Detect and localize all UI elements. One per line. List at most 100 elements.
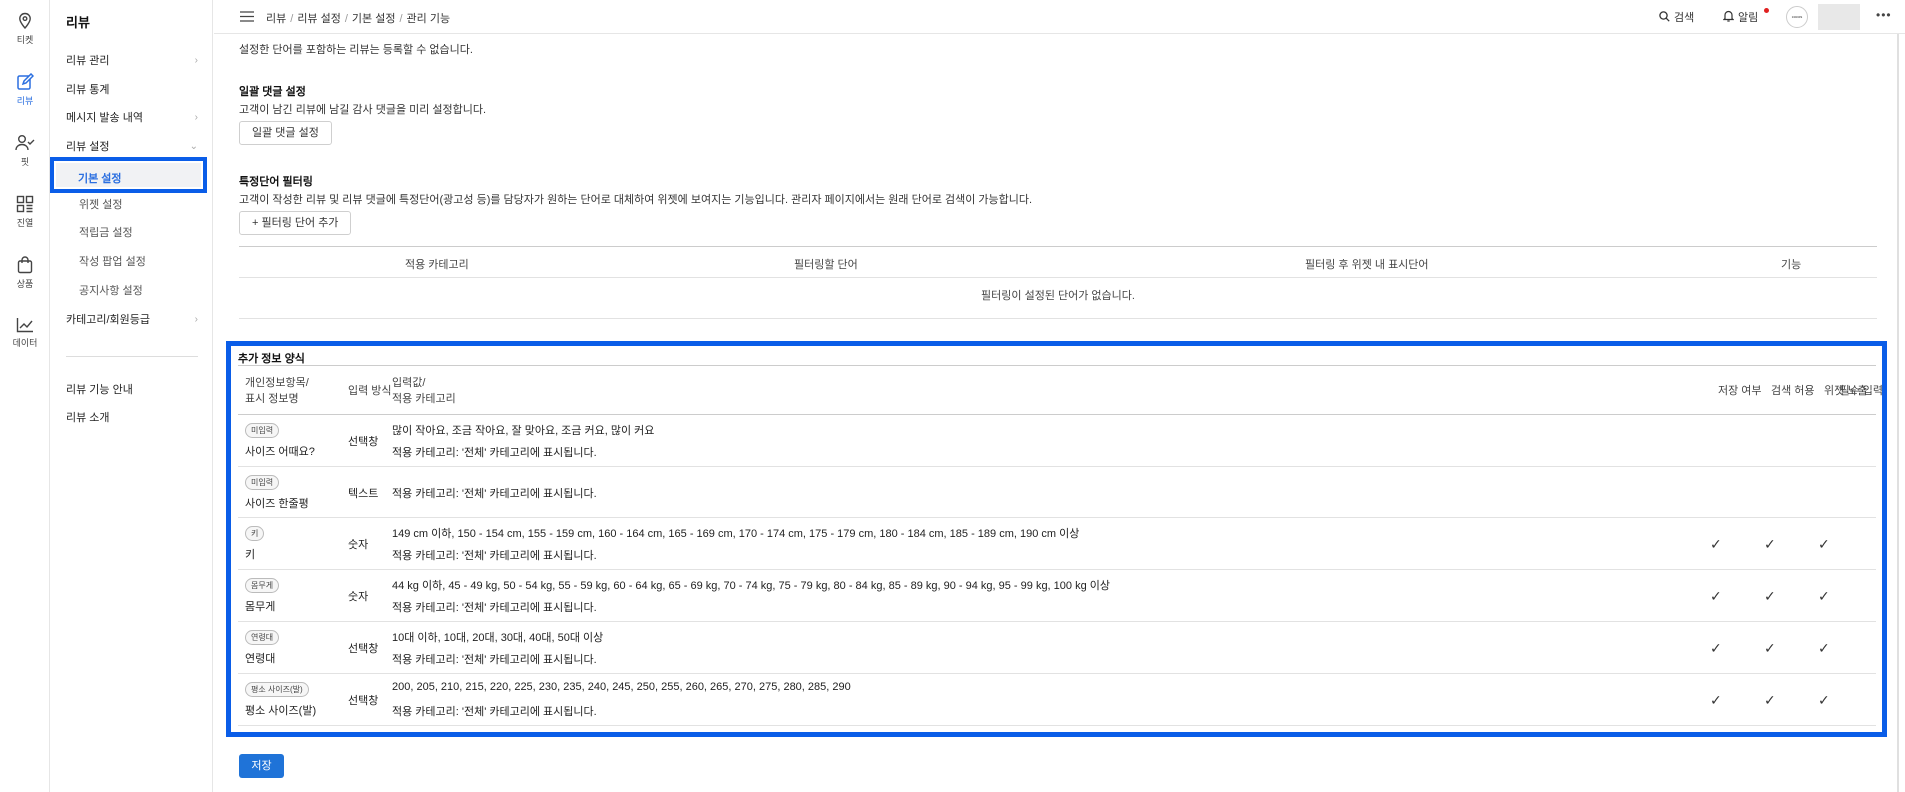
column-header: 필터링할 단어: [794, 259, 858, 271]
field-display-name: 연령대: [245, 653, 276, 665]
search-icon: [1659, 11, 1670, 22]
sidebar-item-review-settings[interactable]: 리뷰 설정 ⌄: [66, 137, 198, 157]
rail-label: 리뷰: [16, 96, 34, 106]
save-button[interactable]: 저장: [239, 754, 284, 778]
check-icon: ✓: [1818, 588, 1830, 604]
sidebar-sub-item-points-settings[interactable]: 적립금 설정: [79, 223, 133, 243]
field-display-name: 몸무게: [245, 601, 276, 613]
extra-info-row[interactable]: 미입력 사이즈 한줄평 텍스트 적용 카테고리: '전체' 카테고리에 표시됩니다.: [238, 467, 1876, 518]
sidebar-item-message-history[interactable]: 메시지 발송 내역 ›: [66, 108, 198, 128]
banned-words-note: 설정한 단어를 포함하는 리뷰는 등록할 수 없습니다.: [239, 44, 473, 56]
chevron-right-icon: ›: [194, 55, 198, 66]
rail-item-display[interactable]: 진열: [0, 195, 50, 229]
rail-item-product[interactable]: 상품: [0, 256, 50, 290]
breadcrumb-item[interactable]: 리뷰 설정: [297, 13, 341, 25]
breadcrumb-separator: /: [344, 13, 348, 25]
more-options-icon[interactable]: •••: [1876, 8, 1892, 22]
alarm-button[interactable]: 알림: [1722, 9, 1759, 25]
column-header-save: 저장 여부: [1718, 385, 1762, 397]
field-display-name: 키: [245, 549, 256, 561]
shopping-bag-icon: [17, 256, 33, 274]
column-header-line: 입력값/: [392, 377, 426, 389]
sidebar-divider: [66, 356, 198, 357]
shop-logo[interactable]: cocos: [1786, 6, 1808, 28]
breadcrumb-item[interactable]: 기본 설정: [352, 13, 396, 25]
sidebar-sub-item-widget-settings[interactable]: 위젯 설정: [79, 195, 123, 215]
bulk-reply-title: 일괄 댓글 설정: [239, 86, 306, 98]
column-header-line: 표시 정보명: [245, 393, 299, 405]
sidebar-item-label: 리뷰 기능 안내: [66, 384, 133, 396]
input-status-badge: 평소 사이즈(발): [245, 682, 309, 697]
hamburger-menu-icon[interactable]: [240, 11, 254, 22]
input-status-badge: 미입력: [245, 423, 280, 438]
scrollbar[interactable]: [1897, 34, 1899, 792]
sidebar-item-feature-guide[interactable]: 리뷰 기능 안내: [66, 380, 198, 400]
rail-label: 핏: [20, 157, 30, 167]
chevron-right-icon: ›: [194, 314, 198, 325]
rail-label: 상품: [16, 279, 34, 289]
rail-item-review[interactable]: 리뷰: [0, 73, 50, 107]
breadcrumb-item[interactable]: 리뷰: [266, 13, 286, 25]
rail-item-ticket[interactable]: 티켓: [0, 12, 50, 46]
sidebar-item-review-manage[interactable]: 리뷰 관리 ›: [66, 51, 198, 71]
input-status-badge: 몸무게: [245, 578, 280, 593]
applied-category: 적용 카테고리: '전체' 카테고리에 표시됩니다.: [392, 706, 597, 718]
rail-item-fit[interactable]: 핏: [0, 134, 50, 168]
alarm-label: 알림: [1738, 12, 1759, 24]
sidebar-title: 리뷰: [66, 15, 90, 30]
input-type: 숫자: [348, 539, 369, 551]
check-icon: ✓: [1710, 588, 1722, 604]
breadcrumb-item-current: 관리 기능: [406, 13, 451, 25]
input-status-badge: 연령대: [245, 630, 280, 645]
column-header: 기능: [1781, 259, 1802, 271]
grid-icon: [16, 195, 34, 213]
input-status-badge: 미입력: [245, 475, 280, 490]
input-values: 149 cm 이하, 150 - 154 cm, 155 - 159 cm, 1…: [392, 528, 1080, 540]
breadcrumb-separator: /: [290, 13, 294, 25]
icon-rail: 티켓 리뷰 핏 진열 상품 데이터: [0, 0, 50, 792]
check-icon: ✓: [1710, 536, 1722, 552]
input-status-badge: 키: [245, 526, 265, 541]
input-type: 선택창: [348, 436, 379, 448]
check-icon: ✓: [1764, 640, 1776, 656]
search-button[interactable]: 검색: [1659, 9, 1694, 25]
extra-info-row[interactable]: 키 키 숫자 149 cm 이하, 150 - 154 cm, 155 - 159 c…: [238, 518, 1876, 570]
column-header: 필터링 후 위젯 내 표시단어: [1305, 259, 1429, 271]
column-header-name: 개인정보항목/표시 정보명: [245, 375, 309, 407]
rail-label: 데이터: [12, 338, 38, 348]
extra-info-row[interactable]: 몸무게 몸무게 숫자 44 kg 이하, 45 - 49 kg, 50 - 54 kg…: [238, 570, 1876, 622]
search-label: 검색: [1674, 12, 1695, 24]
sidebar-item-category-membership[interactable]: 카테고리/회원등급 ›: [66, 310, 198, 330]
field-display-name: 사이즈 한줄평: [245, 498, 309, 510]
sidebar: 리뷰 리뷰 관리 › 리뷰 통계 메시지 발송 내역 › 리뷰 설정 ⌄ 기본 …: [50, 0, 213, 792]
bell-icon: [1722, 10, 1735, 22]
filter-table-empty-message: 필터링이 설정된 단어가 없습니다.: [239, 278, 1877, 319]
extra-info-row[interactable]: 연령대 연령대 선택창 10대 이하, 10대, 20대, 30대, 40대, 50대…: [238, 622, 1876, 674]
input-type: 숫자: [348, 591, 369, 603]
bulk-reply-desc: 고객이 남긴 리뷰에 남길 감사 댓글을 미리 설정합니다.: [239, 104, 487, 116]
column-header-search: 검색 허용: [1771, 385, 1815, 397]
word-filter-title: 특정단어 필터링: [239, 176, 313, 188]
breadcrumb-separator: /: [399, 13, 403, 25]
rail-item-data[interactable]: 데이터: [0, 317, 50, 349]
sidebar-item-label: 카테고리/회원등급: [66, 314, 151, 326]
extra-info-form-section: 추가 정보 양식 개인정보항목/표시 정보명 입력 방식 입력값/적용 카테고리…: [226, 341, 1887, 737]
extra-info-row[interactable]: 평소 사이즈(발) 평소 사이즈(발) 선택창 200, 205, 210, 215,…: [238, 674, 1876, 726]
applied-category: 적용 카테고리: '전체' 카테고리에 표시됩니다.: [392, 447, 597, 459]
sidebar-sub-item-popup-settings[interactable]: 작성 팝업 설정: [79, 252, 146, 272]
avatar[interactable]: [1818, 4, 1860, 30]
check-icon: ✓: [1710, 692, 1722, 708]
sidebar-sub-label: 기본 설정: [78, 173, 122, 185]
add-filter-word-button[interactable]: + 필터링 단어 추가: [239, 211, 352, 235]
rail-label: 진열: [16, 218, 34, 228]
sidebar-sub-item-notice-settings[interactable]: 공지사항 설정: [79, 281, 143, 301]
sidebar-sub-item-basic-settings[interactable]: 기본 설정: [50, 157, 207, 193]
applied-category: 적용 카테고리: '전체' 카테고리에 표시됩니다.: [392, 602, 597, 614]
top-bar: 리뷰 / 리뷰 설정 / 기본 설정 / 관리 기능 검색 알림 cocos •••: [214, 0, 1905, 34]
bulk-reply-button[interactable]: 일괄 댓글 설정: [239, 121, 332, 145]
applied-category: 적용 카테고리: '전체' 카테고리에 표시됩니다.: [392, 654, 597, 666]
sidebar-item-review-stats[interactable]: 리뷰 통계: [66, 80, 198, 100]
extra-info-row[interactable]: 미입력 사이즈 어때요? 선택창 많이 작아요, 조금 작아요, 잘 맞아요, 조금 …: [238, 415, 1876, 467]
sidebar-item-review-intro[interactable]: 리뷰 소개: [66, 408, 198, 428]
check-icon: ✓: [1818, 536, 1830, 552]
